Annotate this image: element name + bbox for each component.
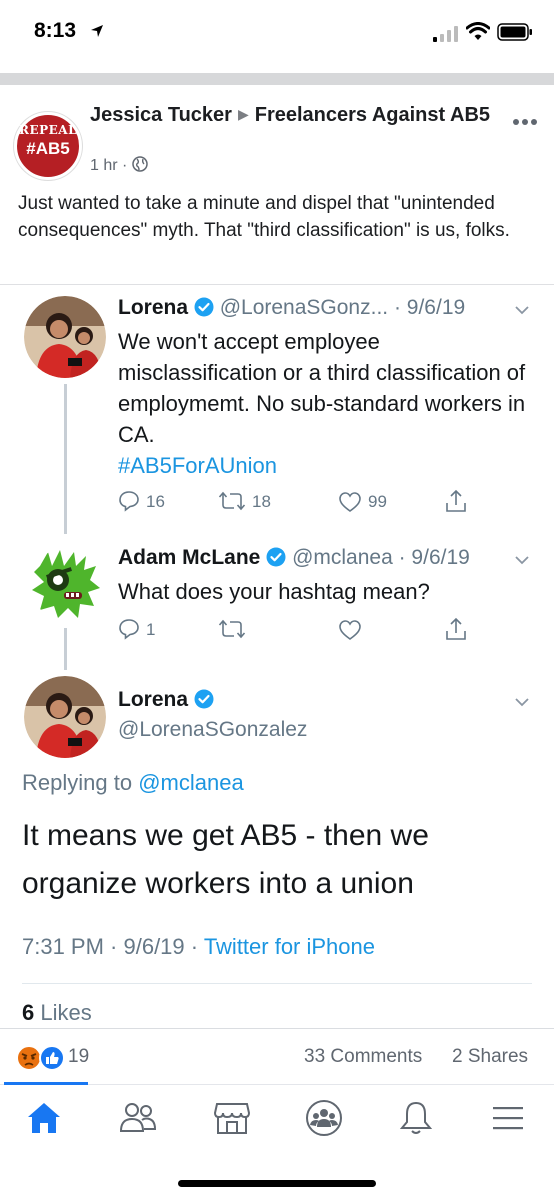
friends-icon [119,1103,157,1132]
comments-count[interactable]: 33 Comments [304,1046,422,1068]
tweet-actions: 1 [118,616,478,644]
status-time: 8:13 [34,19,77,42]
battery-icon [497,23,532,41]
post-text: Just wanted to take a minute and dispel … [18,193,510,241]
chevron-down-icon[interactable] [514,554,530,566]
reply-icon[interactable] [118,490,140,512]
tweet-handle[interactable]: @mclanea [292,546,393,569]
shares-count[interactable]: 2 Shares [452,1046,528,1068]
main-tweet-handle[interactable]: @LorenaSGonzalez [118,718,307,742]
replying-to-link[interactable]: @mclanea [138,770,244,795]
tab-notifications[interactable] [394,1098,438,1138]
status-bar: 8:13 [0,0,554,66]
home-icon [28,1103,60,1133]
tweet-header: Lorena @LorenaSGonz... · 9/6/19 [118,296,465,320]
tweet-timestamp: 7:31 PM · 9/6/19 · Twitter for iPhone [22,934,375,960]
lorena-avatar[interactable] [24,676,106,758]
chevron-down-icon[interactable] [514,696,530,708]
verified-badge-icon [266,547,286,567]
tab-marketplace[interactable] [210,1098,254,1138]
adam-avatar[interactable] [30,548,102,620]
bottom-tab-bar [0,1084,554,1157]
chevron-down-icon[interactable] [514,304,530,316]
feed-separator [0,73,554,85]
location-arrow-icon [91,25,103,37]
meta-separator: · [122,157,128,174]
tweet-date[interactable]: · 9/6/19 [394,296,465,319]
group-avatar-line1: REPEAL [18,123,78,137]
group-name[interactable]: Freelancers Against AB5 [255,104,490,126]
retweet-icon[interactable] [218,619,246,639]
tweet-header: Adam McLane @mclanea · 9/6/19 [118,546,470,570]
group-avatar[interactable]: REPEAL #AB5 [14,112,82,180]
tab-menu[interactable] [486,1098,530,1138]
reply-count: 1 [146,620,156,639]
verified-badge-icon [194,689,214,709]
cellular-signal-icon [433,26,458,42]
author-name[interactable]: Jessica Tucker [90,104,232,126]
marketplace-icon [213,1103,251,1134]
tweet-body: We won't accept employee misclassificati… [118,329,526,447]
tweet-actions: 16 18 99 [118,488,478,516]
like-icon[interactable] [338,491,362,513]
wifi-icon [466,22,490,40]
tweet-text: What does your hashtag mean? [118,579,430,604]
tweet-source[interactable]: Twitter for iPhone [204,934,375,959]
main-tweet-text: It means we get AB5 - then we organize w… [22,819,429,900]
tab-friends[interactable] [116,1098,160,1138]
more-options-icon[interactable] [512,118,538,126]
hashtag-link[interactable]: #AB5ForAUnion [118,453,277,478]
tweet-author-name[interactable]: Lorena [118,296,188,319]
post-time[interactable]: 1 hr [90,157,118,174]
replying-prefix: Replying to [22,770,133,795]
thread-line [64,628,67,670]
retweet-icon[interactable] [218,491,246,511]
tab-groups[interactable] [302,1098,346,1138]
like-count: 99 [368,492,387,511]
share-icon[interactable] [444,616,468,642]
like-icon[interactable] [338,619,362,641]
tweet-author-name[interactable]: Lorena [118,688,188,711]
tweet-divider [22,983,532,984]
groups-icon [306,1100,342,1136]
tweet-text: We won't accept employee misclassificati… [118,326,538,481]
tweet-time[interactable]: 7:31 PM · 9/6/19 · [22,934,198,959]
post-author-line: Jessica Tucker ▶ Freelancers Against AB5 [90,102,490,129]
share-arrow-icon: ▶ [237,106,249,122]
share-icon[interactable] [444,488,468,514]
tab-home[interactable] [22,1098,66,1138]
likes-label: Likes [40,1000,92,1025]
reply-icon[interactable] [118,618,140,640]
reactions-icons[interactable] [16,1043,68,1073]
tweet-likes[interactable]: 6 Likes [22,1000,92,1026]
menu-icon [493,1107,523,1130]
replying-to: Replying to @mclanea [22,770,244,796]
reaction-count[interactable]: 19 [68,1046,89,1068]
main-tweet-header: Lorena [118,688,214,712]
post-meta: 1 hr · [90,156,148,175]
image-bottom-border [0,1028,554,1029]
globe-icon [132,156,148,172]
retweet-count: 18 [252,492,271,511]
tweet-date[interactable]: · 9/6/19 [399,546,470,569]
thread-line [64,384,67,534]
tweet-author-name[interactable]: Adam McLane [118,546,260,569]
tweet-handle[interactable]: @LorenaSGonzalez [118,718,307,741]
notifications-icon [399,1101,433,1134]
active-tab-indicator [4,1082,88,1085]
likes-count: 6 [22,1000,35,1025]
tweet-handle[interactable]: @LorenaSGonz... [220,296,388,319]
image-border [0,284,554,285]
group-avatar-line2: #AB5 [26,139,70,158]
home-indicator[interactable] [178,1180,376,1187]
verified-badge-icon [194,297,214,317]
lorena-avatar[interactable] [24,296,106,378]
reply-count: 16 [146,492,165,511]
